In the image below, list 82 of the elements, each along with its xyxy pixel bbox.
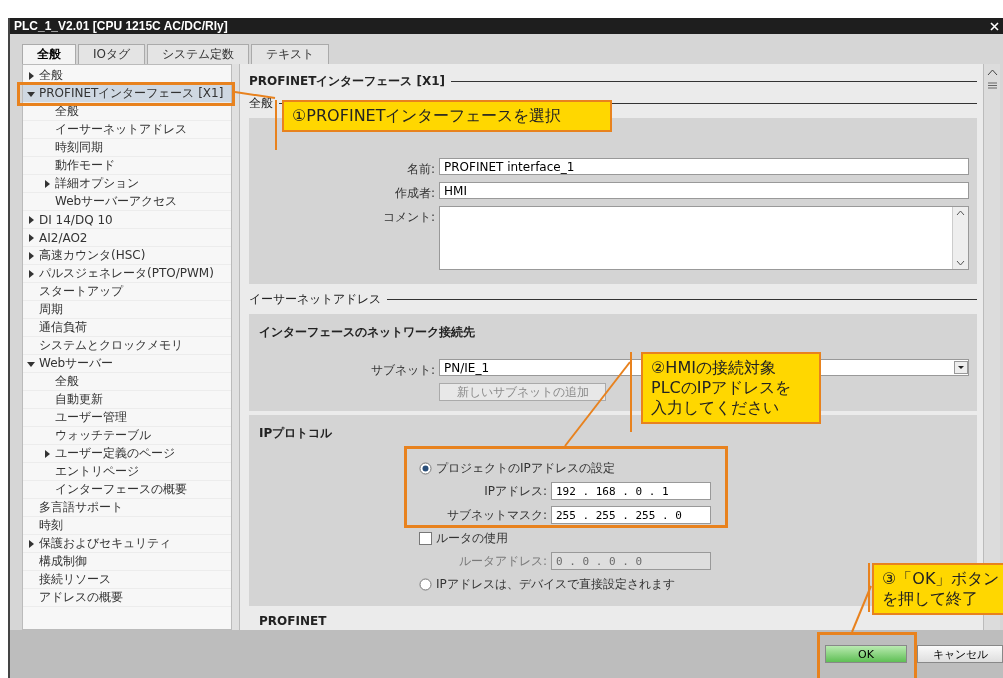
tree-item[interactable]: イーサーネットアドレス (55, 121, 187, 138)
comment-field[interactable] (439, 206, 969, 270)
cancel-button[interactable]: キャンセル (917, 645, 1003, 663)
field-label: サブネットマスク: (445, 506, 547, 524)
ok-button[interactable]: OK (825, 645, 907, 663)
caret-right-icon[interactable] (43, 179, 51, 188)
tree-item[interactable]: ユーザー定義のページ (55, 445, 175, 462)
field-label: 作成者: (393, 185, 435, 202)
tree-item[interactable]: 動作モード (55, 157, 115, 174)
section-heading: 全般 (249, 94, 273, 112)
tab[interactable]: システム定数 (147, 44, 249, 64)
section-heading: イーサーネットアドレス (249, 290, 381, 308)
caret-down-icon[interactable] (954, 361, 968, 374)
window-title: PLC_1_V2.01 [CPU 1215C AC/DC/Rly] (14, 19, 228, 33)
caret-right-icon[interactable] (27, 71, 35, 80)
tab[interactable]: IOタグ (78, 44, 145, 64)
field-label: サブネット: (369, 362, 435, 379)
address-field[interactable]: 192 . 168 . 0 . 1 (551, 482, 711, 500)
field-label: ルータアドレス: (457, 552, 547, 570)
tree-item[interactable]: Webサーバー (39, 355, 114, 372)
tree-item[interactable]: 通信負荷 (39, 319, 87, 336)
tree-item[interactable]: 周期 (39, 301, 63, 318)
radio-button[interactable] (419, 461, 432, 475)
scroll-up-icon[interactable] (986, 68, 998, 77)
tab[interactable]: テキスト (251, 44, 329, 64)
caret-down-icon[interactable] (27, 89, 35, 98)
caret-right-icon[interactable] (27, 215, 35, 224)
tree-item[interactable]: AI2/AO2 (39, 230, 88, 245)
tree-item[interactable]: 接続リソース (39, 571, 111, 588)
tree-item[interactable]: 構成制御 (39, 553, 87, 570)
leader-line (234, 91, 277, 151)
radio-label: IPアドレスは、デバイスで直接設定されます (436, 575, 675, 593)
text-field[interactable]: HMI (439, 182, 969, 199)
tree-item[interactable]: ユーザー管理 (55, 409, 127, 426)
caret-right-icon[interactable] (43, 449, 51, 458)
tree-item[interactable]: 全般 (55, 103, 79, 120)
tree-item[interactable]: ウォッチテーブル (55, 427, 151, 444)
tree-item[interactable]: 保護およびセキュリティ (39, 535, 171, 552)
tree-item[interactable]: インターフェースの概要 (55, 481, 187, 498)
tree-item[interactable]: 全般 (39, 67, 63, 84)
tree-item[interactable]: エントリページ (55, 463, 139, 480)
caret-right-icon[interactable] (27, 539, 35, 548)
callout-tooltip: ②HMIの接続対象 PLCのIPアドレスを 入力してください (641, 352, 821, 424)
field-label: 名前: (405, 161, 435, 178)
tree-item[interactable]: 高速カウンタ(HSC) (39, 247, 146, 264)
panel-title: IPプロトコル (258, 425, 334, 442)
tab[interactable]: 全般 (22, 44, 76, 64)
tree-item[interactable]: 自動更新 (55, 391, 103, 408)
tree-item[interactable]: パルスジェネレータ(PTO/PWM) (39, 265, 214, 282)
grip-icon[interactable] (986, 81, 998, 90)
tree-item[interactable]: 全般 (55, 373, 79, 390)
checkbox-label: ルータの使用 (436, 529, 508, 547)
field-label: コメント: (381, 209, 435, 226)
tree-item[interactable]: アドレスの概要 (39, 589, 123, 606)
leader-line (851, 562, 872, 633)
radio-button[interactable] (419, 577, 432, 591)
tree-item[interactable]: 多言語サポート (39, 499, 123, 516)
radio-label: プロジェクトのIPアドレスの設定 (436, 459, 615, 477)
caret-right-icon[interactable] (27, 233, 35, 242)
tree-item[interactable]: 時刻同期 (55, 139, 103, 156)
checkbox[interactable] (419, 531, 432, 545)
tree-item[interactable]: 詳細オプション (55, 175, 139, 192)
tree-item[interactable]: DI 14/DQ 10 (39, 212, 113, 227)
close-icon[interactable] (990, 21, 999, 31)
tree-item[interactable]: システムとクロックメモリ (39, 337, 183, 354)
field-label: IPアドレス: (483, 482, 547, 500)
scrollbar[interactable] (983, 64, 1000, 630)
panel-title: インターフェースのネットワーク接続先 (258, 324, 476, 341)
section-heading: PROFINET (258, 614, 327, 628)
scroll-down-icon[interactable] (956, 260, 965, 266)
scroll-up-icon[interactable] (956, 210, 965, 216)
text-field[interactable]: PROFINET interface_1 (439, 158, 969, 175)
caret-down-icon[interactable] (27, 359, 35, 368)
tree-item[interactable]: Webサーバーアクセス (55, 193, 178, 210)
caret-right-icon[interactable] (27, 251, 35, 260)
callout-tooltip: ①PROFINETインターフェースを選択 (282, 100, 612, 132)
caret-right-icon[interactable] (27, 269, 35, 278)
tree-item[interactable]: 時刻 (39, 517, 63, 534)
address-field[interactable]: 255 . 255 . 255 . 0 (551, 506, 711, 524)
section-heading: PROFINETインターフェース [X1] (249, 72, 446, 90)
tree-item[interactable]: スタートアップ (39, 283, 123, 300)
callout-tooltip: ③「OK」ボタン を押して終了 (872, 563, 1003, 615)
